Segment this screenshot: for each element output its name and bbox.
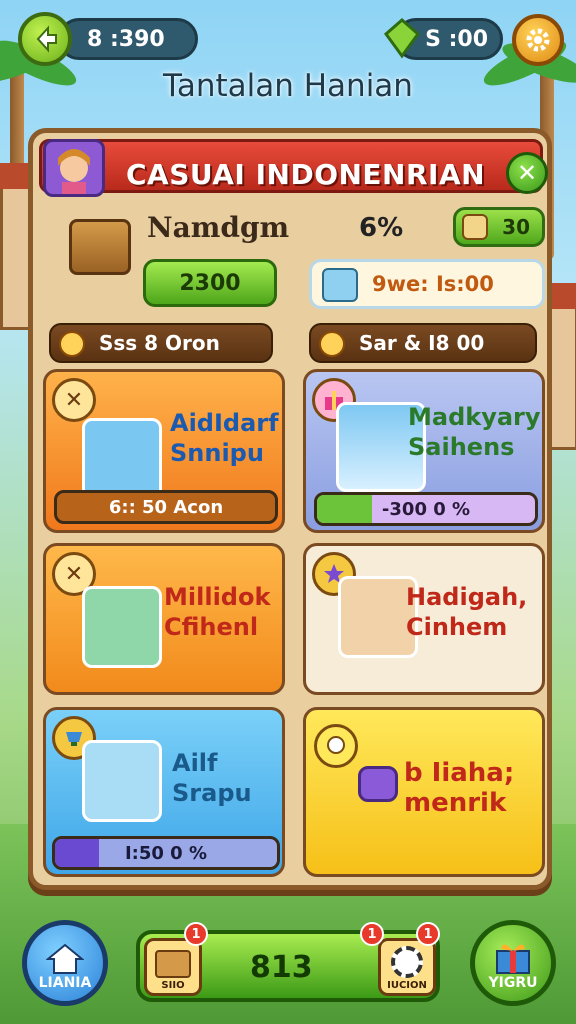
slot-right-label: IUCION: [387, 980, 427, 991]
cowboy-character-icon: [82, 740, 162, 822]
tab-daily[interactable]: Sss 8 Oron: [49, 323, 273, 363]
tab-weekly-label: Sar & I8 00: [359, 331, 485, 355]
mask-icon: [358, 766, 398, 802]
card-title-line2: menrik: [404, 788, 507, 818]
card-title-line1: b Iiaha;: [404, 758, 515, 788]
gear-icon: [526, 28, 550, 52]
timer-text: 9we: Is:00: [372, 272, 494, 296]
card-progress-bar: I:50 0 %: [52, 836, 280, 870]
settings-button[interactable]: [512, 14, 564, 66]
challenge-card[interactable]: ✕ Millidok Cfihenl: [43, 543, 285, 695]
home-label: LIANIA: [38, 975, 92, 991]
card-title-line1: Millidok: [164, 583, 271, 611]
timer-box: 9we: Is:00: [309, 259, 545, 309]
close-badge-icon[interactable]: ✕: [52, 378, 96, 422]
claim-button[interactable]: 2300: [143, 259, 277, 307]
screen-title: Tantalan Hanian: [163, 68, 413, 104]
coin-count: 8 :390: [87, 26, 165, 52]
star-icon: [59, 331, 85, 357]
card-title-line1: Ailf: [172, 749, 218, 777]
slot-left-label: SIIO: [161, 980, 185, 991]
gem-count: S :00: [425, 26, 488, 52]
chat-bubble-icon: [314, 724, 358, 768]
home-button[interactable]: LIANIA: [22, 920, 108, 1006]
close-icon: ✕: [516, 159, 538, 187]
card-title-line1: Hadigah,: [406, 583, 528, 611]
card-title: Madkyary Saihens: [408, 402, 541, 462]
box-icon: [155, 950, 191, 978]
close-button[interactable]: ✕: [506, 152, 548, 194]
challenge-panel: CASUAI INDONENRIAN ✕ Namdgm 6% 30 2300 9…: [28, 128, 552, 890]
notification-badge: 1: [184, 922, 208, 946]
player-name: Namdgm: [147, 211, 290, 244]
card-progress-bar: -300 0 %: [314, 492, 538, 526]
house-icon: [46, 943, 84, 974]
progress-fill: [317, 495, 372, 523]
card-title: Hadigah, Cinhem: [406, 582, 527, 642]
challenge-card[interactable]: b Iiaha; menrik: [303, 707, 545, 877]
card-title: b Iiaha; menrik: [404, 758, 514, 818]
girl-avatar-icon: [58, 149, 90, 194]
notification-badge: 1: [416, 922, 440, 946]
reward-value: 30: [502, 215, 530, 239]
card-title-line1: Madkyary: [408, 403, 541, 431]
progress-text: I:50 0 %: [124, 842, 208, 864]
card-title-line2: Cinhem: [406, 613, 508, 641]
card-title: Ailf Srapu: [172, 748, 252, 808]
player-info: Namdgm 6% 30 2300 9we: Is:00: [39, 195, 545, 315]
reward-button[interactable]: 30: [453, 207, 545, 247]
card-title-line1: AidIdarf: [170, 409, 279, 437]
tab-weekly[interactable]: Sar & I8 00: [309, 323, 537, 363]
avatar: [43, 139, 105, 197]
back-arrow-icon: [36, 25, 57, 53]
scroll-icon: [462, 214, 488, 240]
card-title-line2: Srapu: [172, 779, 252, 807]
center-value-text: 813: [250, 950, 313, 985]
gift-button[interactable]: YIGRU: [470, 920, 556, 1006]
challenge-card[interactable]: Hadigah, Cinhem: [303, 543, 545, 695]
gear-wheel-icon: [391, 946, 423, 978]
gift-box-icon: [496, 944, 530, 974]
gift-label: YIGRU: [488, 975, 538, 991]
police-character-icon: [82, 586, 162, 668]
slot-right[interactable]: IUCION: [378, 938, 436, 996]
tab-daily-label: Sss 8 Oron: [99, 331, 220, 355]
progress-fill: [55, 839, 100, 867]
challenge-card[interactable]: Ailf Srapu I:50 0 %: [43, 707, 285, 877]
card-title: AidIdarf Snnipu: [170, 408, 279, 468]
challenge-card[interactable]: ✕ AidIdarf Snnipu 6:: 50 Acon: [43, 369, 285, 533]
panel-header: CASUAI INDONENRIAN ✕: [39, 139, 548, 194]
claim-button-label: 2300: [179, 270, 241, 296]
pilot-character-icon: [82, 418, 162, 500]
gem-icon: [383, 18, 421, 59]
treasure-chest-icon: [69, 219, 131, 275]
card-status-bar: 6:: 50 Acon: [54, 490, 278, 524]
currency-bar[interactable]: SIIO 1 813 IUCION 1 1: [136, 922, 440, 1002]
sword-icon: [322, 268, 358, 302]
card-title: Millidok Cfihenl: [164, 582, 270, 642]
coin-counter: 8 :390: [58, 18, 198, 60]
progress-text: -300 0 %: [381, 498, 471, 520]
back-button[interactable]: [18, 12, 72, 66]
slot-left[interactable]: SIIO: [144, 938, 202, 996]
panel-title: CASUAI INDONENRIAN: [126, 158, 486, 191]
card-title-line2: Saihens: [408, 433, 515, 461]
flame-icon: [319, 331, 345, 357]
card-title-line2: Cfihenl: [164, 613, 259, 641]
card-title-line2: Snnipu: [170, 439, 264, 467]
notification-badge: 1: [360, 922, 384, 946]
center-value: 813: [250, 950, 313, 985]
progress-percent: 6%: [359, 213, 404, 243]
challenge-card[interactable]: Madkyary Saihens -300 0 %: [303, 369, 545, 533]
